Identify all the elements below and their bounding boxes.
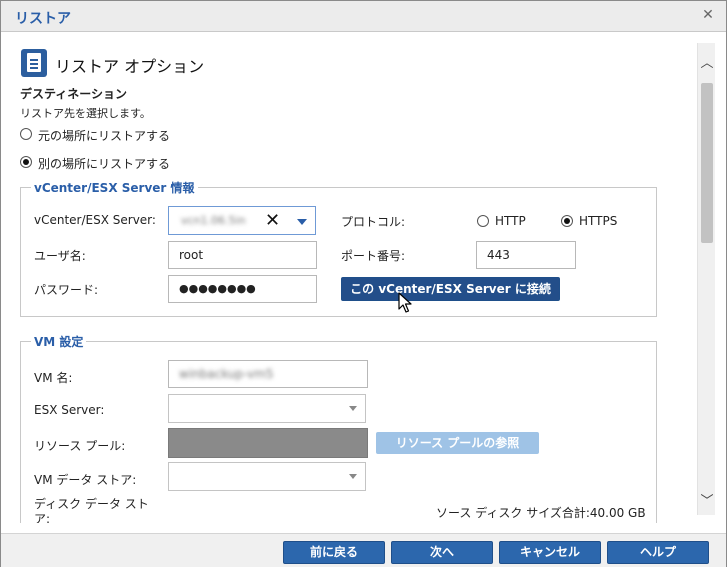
vcenter-server-combobox[interactable]: vcn1.06.5in ✕ xyxy=(168,206,316,235)
vcenter-info-legend: vCenter/ESX Server 情報 xyxy=(31,179,198,196)
chevron-down-icon[interactable] xyxy=(349,406,357,411)
vm-name-value: winbackup-vm5 xyxy=(179,367,274,381)
radio-alternate-location-label[interactable]: 別の場所にリストアする xyxy=(38,155,170,172)
radio-https-label[interactable]: HTTPS xyxy=(579,214,617,228)
clear-icon[interactable]: ✕ xyxy=(265,210,280,232)
scrollbar-thumb[interactable] xyxy=(701,83,713,243)
vcenter-server-label: vCenter/ESX Server: xyxy=(34,213,156,227)
vertical-scrollbar[interactable]: ︿ ﹀ xyxy=(697,43,715,515)
resource-pool-field xyxy=(168,428,368,458)
chevron-down-icon[interactable] xyxy=(349,474,357,479)
vcenter-server-value: vcn1.06.5in xyxy=(181,214,246,227)
chevron-down-icon[interactable] xyxy=(297,219,307,225)
vm-name-label: VM 名: xyxy=(34,371,73,385)
protocol-label: プロトコル: xyxy=(341,215,406,229)
destination-heading: デスティネーション xyxy=(20,87,128,101)
next-button[interactable]: 次へ xyxy=(391,541,493,564)
vm-name-input[interactable]: winbackup-vm5 xyxy=(168,360,368,388)
close-icon[interactable]: ✕ xyxy=(700,7,716,23)
back-button[interactable]: 前に戻る xyxy=(283,541,385,564)
radio-http-label[interactable]: HTTP xyxy=(495,214,526,228)
dialog-content: リストア オプション デスティネーション リストア先を選択します。 元の場所にリ… xyxy=(1,33,697,523)
username-input[interactable]: root xyxy=(168,241,317,269)
dialog-footer: 前に戻る 次へ キャンセル ヘルプ xyxy=(1,533,726,567)
vm-datastore-label: VM データ ストア: xyxy=(34,473,137,487)
vm-datastore-select[interactable] xyxy=(168,462,366,491)
cancel-button[interactable]: キャンセル xyxy=(499,541,601,564)
radio-alternate-location[interactable] xyxy=(20,156,32,168)
dialog-title: リストア xyxy=(15,11,71,27)
resource-pool-label: リソース プール: xyxy=(34,439,126,453)
esx-server-label: ESX Server: xyxy=(34,403,105,417)
password-label: パスワード: xyxy=(34,283,99,297)
vm-settings-legend: VM 設定 xyxy=(31,333,87,350)
page-title: リストア オプション xyxy=(55,57,205,76)
mouse-cursor-icon xyxy=(398,292,412,313)
browse-resource-pool-button[interactable]: リソース プールの参照 xyxy=(376,432,539,454)
connect-vcenter-button[interactable]: この vCenter/ESX Server に接続 xyxy=(341,277,560,301)
radio-http[interactable] xyxy=(477,215,489,227)
port-input[interactable]: 443 xyxy=(476,241,576,269)
destination-instruction: リストア先を選択します。 xyxy=(20,107,151,120)
restore-dialog: リストア ✕ リストア オプション デスティネーション リストア先を選択します。… xyxy=(0,0,727,567)
radio-original-location-label[interactable]: 元の場所にリストアする xyxy=(38,127,170,144)
title-bar: リストア ✕ xyxy=(1,1,726,32)
source-disk-total: ソース ディスク サイズ合計:40.00 GB xyxy=(436,506,646,520)
help-button[interactable]: ヘルプ xyxy=(607,541,709,564)
restore-options-icon xyxy=(21,49,47,77)
username-label: ユーザ名: xyxy=(34,249,86,263)
scroll-up-icon[interactable]: ︿ xyxy=(698,55,716,73)
radio-https[interactable] xyxy=(561,215,573,227)
radio-original-location[interactable] xyxy=(20,128,32,140)
port-label: ポート番号: xyxy=(341,249,406,263)
disk-datastore-label: ディスク データ ストア: xyxy=(34,497,149,523)
scroll-down-icon[interactable]: ﹀ xyxy=(698,493,716,511)
password-input[interactable]: ●●●●●●●● xyxy=(168,275,317,303)
esx-server-select[interactable] xyxy=(168,394,366,423)
